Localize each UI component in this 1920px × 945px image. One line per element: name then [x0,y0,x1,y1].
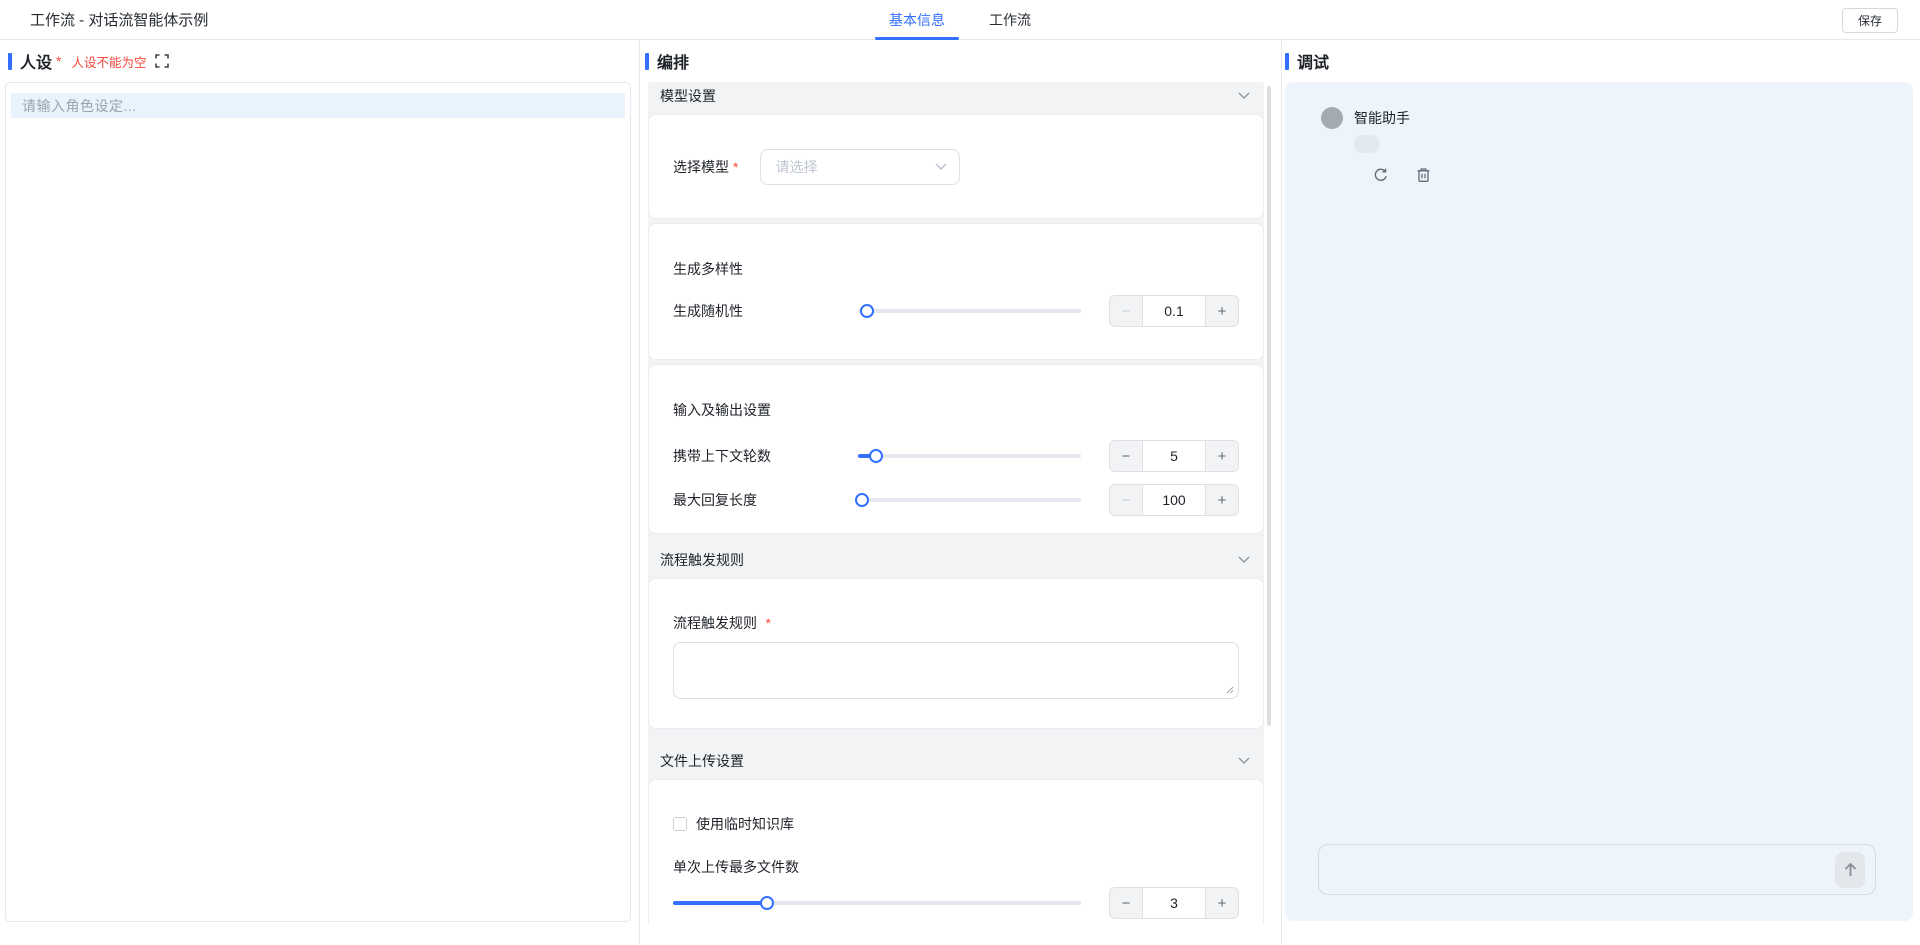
slider-handle[interactable] [760,896,774,910]
chevron-down-icon[interactable] [1238,757,1250,765]
context-rounds-slider[interactable] [858,454,1081,458]
debug-panel-header: 调试 [1282,40,1920,82]
chevron-down-icon [935,163,947,171]
section-file-upload-label: 文件上传设置 [660,751,744,771]
required-asterisk: * [56,53,61,69]
minus-button[interactable]: − [1110,888,1143,918]
assistant-name: 智能助手 [1354,108,1410,128]
randomness-label: 生成随机性 [673,301,858,321]
persona-error-text: 人设不能为空 [71,52,146,71]
orchestration-panel-header: 编排 [640,40,1281,82]
section-trigger-rules[interactable]: 流程触发规则 [648,546,1264,574]
trash-icon[interactable] [1416,167,1431,183]
required-asterisk: * [733,159,738,175]
randomness-row: 生成随机性 − 0.1 + [673,295,1239,327]
orchestration-body: 模型设置 选择模型 * 请选择 生成多样性 生成随机性 [648,82,1264,925]
randomness-value[interactable]: 0.1 [1143,296,1205,326]
debug-panel: 调试 智能助手 [1282,40,1920,944]
file-upload-card: 使用临时知识库 单次上传最多文件数 − 3 + [648,779,1264,925]
top-bar: 工作流 - 对话流智能体示例 基本信息 工作流 保存 [0,0,1920,40]
assistant-avatar [1321,107,1343,129]
plus-button[interactable]: + [1205,296,1238,326]
fullscreen-icon[interactable] [155,54,169,68]
persona-placeholder-band: 请输入角色设定... [11,93,625,118]
message-actions [1373,167,1889,183]
context-rounds-label: 携带上下文轮数 [673,446,858,466]
max-files-row: − 3 + [673,887,1239,919]
persona-panel-header: 人设 * 人设不能为空 [0,40,639,82]
trigger-rules-label: 流程触发规则 [673,615,757,631]
slider-handle[interactable] [855,493,869,507]
plus-button[interactable]: + [1205,441,1238,471]
select-model-label: 选择模型 [673,157,729,177]
slider-handle[interactable] [869,449,883,463]
persona-panel: 人设 * 人设不能为空 请输入角色设定... [0,40,640,944]
assistant-message-header: 智能助手 [1321,107,1889,129]
model-select[interactable]: 请选择 [760,149,960,185]
tab-basic-info[interactable]: 基本信息 [875,0,959,40]
plus-button[interactable]: + [1205,888,1238,918]
send-button[interactable] [1835,852,1865,888]
section-model-settings[interactable]: 模型设置 [648,82,1264,110]
section-model-settings-label: 模型设置 [660,86,716,106]
refresh-icon[interactable] [1373,167,1389,183]
randomness-stepper: − 0.1 + [1109,295,1239,327]
scrollbar-thumb[interactable] [1267,86,1271,726]
max-files-value[interactable]: 3 [1143,888,1205,918]
accent-bar [1285,53,1289,70]
max-files-label: 单次上传最多文件数 [673,857,1239,877]
tab-basic-info-label: 基本信息 [889,10,945,30]
max-reply-stepper: − 100 + [1109,484,1239,516]
io-title: 输入及输出设置 [673,400,1239,420]
context-rounds-stepper: − 5 + [1109,440,1239,472]
slider-fill [673,901,767,905]
orchestration-panel: 编排 模型设置 选择模型 * 请选择 生 [640,40,1282,944]
persona-editor[interactable]: 请输入角色设定... [5,82,631,922]
trigger-rules-card: 流程触发规则 * [648,578,1264,729]
page-title: 工作流 - 对话流智能体示例 [30,9,208,30]
persona-title: 人设 [20,49,52,73]
max-reply-slider[interactable] [858,498,1081,502]
section-trigger-rules-label: 流程触发规则 [660,550,744,570]
max-reply-label: 最大回复长度 [673,490,858,510]
tab-bar: 基本信息 工作流 [875,0,1045,40]
minus-button[interactable]: − [1110,441,1143,471]
model-select-card: 选择模型 * 请选择 [648,114,1264,219]
temp-knowledge-label: 使用临时知识库 [696,814,794,834]
debug-title: 调试 [1297,49,1329,73]
accent-bar [645,53,649,70]
required-asterisk: * [765,615,770,631]
message-loading-skeleton [1354,135,1380,153]
save-button[interactable]: 保存 [1842,8,1898,33]
minus-button[interactable]: − [1110,485,1143,515]
max-reply-row: 最大回复长度 − 100 + [673,484,1239,516]
diversity-title: 生成多样性 [673,259,1239,279]
chat-area: 智能助手 [1285,82,1913,921]
orchestration-title: 编排 [657,49,689,73]
tab-workflow[interactable]: 工作流 [975,0,1045,40]
randomness-slider[interactable] [858,309,1081,313]
max-reply-value[interactable]: 100 [1143,485,1205,515]
context-rounds-value[interactable]: 5 [1143,441,1205,471]
max-files-stepper: − 3 + [1109,887,1239,919]
temp-knowledge-row: 使用临时知识库 [673,814,1239,834]
persona-placeholder: 请输入角色设定... [22,96,137,116]
io-settings-card: 输入及输出设置 携带上下文轮数 − 5 + 最大回复长度 [648,364,1264,534]
chevron-down-icon[interactable] [1238,556,1250,564]
tab-workflow-label: 工作流 [989,10,1031,30]
context-rounds-row: 携带上下文轮数 − 5 + [673,440,1239,472]
trigger-rules-textarea[interactable] [673,642,1239,699]
plus-button[interactable]: + [1205,485,1238,515]
temp-knowledge-checkbox[interactable] [673,817,687,831]
slider-handle[interactable] [860,304,874,318]
chevron-down-icon[interactable] [1238,92,1250,100]
resize-handle-icon[interactable] [1226,686,1234,694]
chat-input[interactable] [1318,844,1876,895]
model-select-placeholder: 请选择 [775,157,817,177]
max-files-slider[interactable] [673,901,1081,905]
minus-button[interactable]: − [1110,296,1143,326]
diversity-card: 生成多样性 生成随机性 − 0.1 + [648,223,1264,360]
section-file-upload[interactable]: 文件上传设置 [648,747,1264,775]
accent-bar [8,53,12,70]
